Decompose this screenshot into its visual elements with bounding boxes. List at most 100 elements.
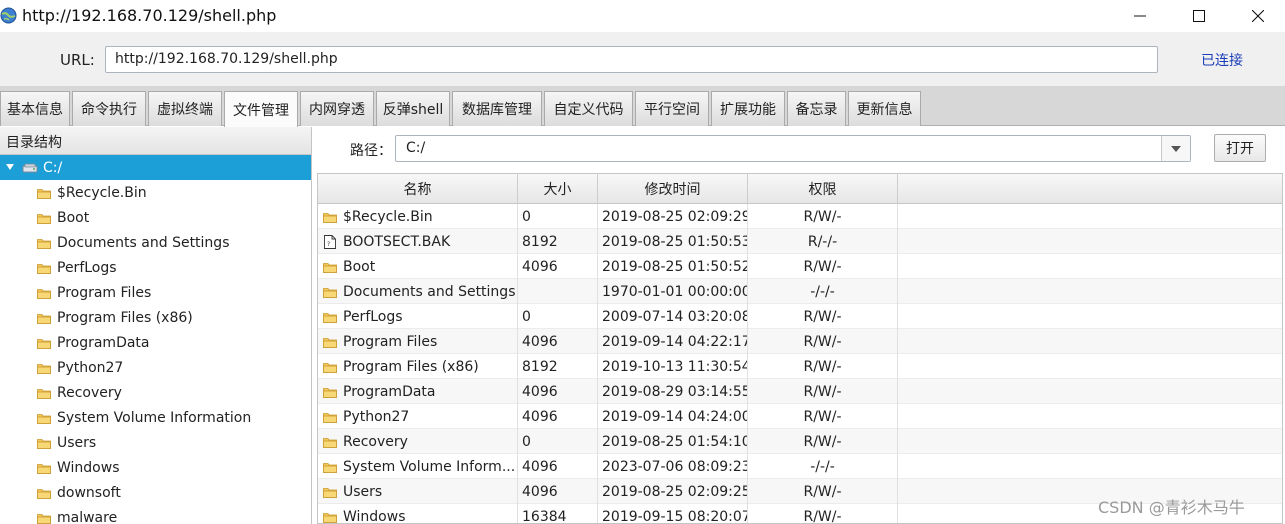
cell-modified: 2019-10-13 11:30:54 xyxy=(598,354,748,379)
folder-icon xyxy=(37,487,51,499)
path-dropdown-button[interactable] xyxy=(1161,136,1190,161)
tree-item-label: Python27 xyxy=(57,359,124,376)
url-input[interactable]: http://192.168.70.129/shell.php xyxy=(105,46,1158,73)
tree-item[interactable]: Recovery xyxy=(0,380,311,405)
cell-modified: 2019-09-14 04:22:17 xyxy=(598,329,748,354)
cell-name: Documents and Settings xyxy=(318,279,518,304)
file-name: Python27 xyxy=(343,408,410,425)
tab-custom-code[interactable]: 自定义代码 xyxy=(544,91,633,126)
tab-parallel-space[interactable]: 平行空间 xyxy=(635,91,709,126)
tree-item[interactable]: Boot xyxy=(0,205,311,230)
tree-item-label: downsoft xyxy=(57,484,121,501)
cell-permission: R/W/- xyxy=(748,354,898,379)
folder-icon xyxy=(37,512,51,524)
cell-size: 8192 xyxy=(518,229,598,254)
tab-update-info[interactable]: 更新信息 xyxy=(848,91,921,126)
tab-strip: 基本信息 命令执行 虚拟终端 文件管理 内网穿透 反弹shell 数据库管理 自… xyxy=(0,86,1285,127)
tab-reverse-shell[interactable]: 反弹shell xyxy=(376,91,450,126)
table-row[interactable]: Boot 4096 2019-08-25 01:50:52 R/W/- xyxy=(318,254,1282,279)
cell-name: ? BOOTSECT.BAK xyxy=(318,229,518,254)
table-row[interactable]: Recovery 0 2019-08-25 01:54:10 R/W/- xyxy=(318,429,1282,454)
cell-permission: R/W/- xyxy=(748,304,898,329)
table-row[interactable]: Program Files (x86) 8192 2019-10-13 11:30:… xyxy=(318,354,1282,379)
tab-virtual-terminal[interactable]: 虚拟终端 xyxy=(148,91,222,126)
file-name: Documents and Settings xyxy=(343,283,516,300)
tab-intranet-tunnel[interactable]: 内网穿透 xyxy=(300,91,374,126)
tree-item[interactable]: Program Files xyxy=(0,280,311,305)
table-row[interactable]: Documents and Settings 1970-01-01 00:00:0… xyxy=(318,279,1282,304)
tree-item[interactable]: Documents and Settings xyxy=(0,230,311,255)
tree-item[interactable]: $Recycle.Bin xyxy=(0,180,311,205)
tab-memo[interactable]: 备忘录 xyxy=(787,91,846,126)
column-header-modified[interactable]: 修改时间 xyxy=(598,174,748,204)
close-button[interactable] xyxy=(1235,0,1281,32)
tree-item[interactable]: downsoft xyxy=(0,480,311,505)
tree-item-label: malware xyxy=(57,509,118,524)
svg-text:?: ? xyxy=(327,241,330,248)
column-header-name[interactable]: 名称 xyxy=(318,174,518,204)
folder-icon xyxy=(323,436,337,448)
folder-icon xyxy=(37,237,51,249)
tab-database[interactable]: 数据库管理 xyxy=(452,91,542,126)
cell-size: 0 xyxy=(518,429,598,454)
folder-icon xyxy=(323,461,337,473)
tree-item-label: ProgramData xyxy=(57,334,150,351)
tab-basic-info[interactable]: 基本信息 xyxy=(0,91,70,126)
folder-icon xyxy=(37,312,51,324)
table-row[interactable]: System Volume Inform... 4096 2023-07-06 08… xyxy=(318,454,1282,479)
folder-icon xyxy=(37,287,51,299)
tree-item-label: Program Files (x86) xyxy=(57,309,193,326)
minimize-button[interactable] xyxy=(1117,0,1163,32)
cell-modified: 2019-08-25 02:09:25 xyxy=(598,479,748,504)
cell-name: Boot xyxy=(318,254,518,279)
table-row[interactable]: Python27 4096 2019-09-14 04:24:00 R/W/- xyxy=(318,404,1282,429)
tree-item[interactable]: PerfLogs xyxy=(0,255,311,280)
cell-modified: 2019-08-29 03:14:55 xyxy=(598,379,748,404)
tree-item[interactable]: Python27 xyxy=(0,355,311,380)
table-row[interactable]: ? BOOTSECT.BAK 8192 2019-08-25 01:50:53 R/-/… xyxy=(318,229,1282,254)
folder-icon xyxy=(323,311,337,323)
tree-item[interactable]: malware xyxy=(0,505,311,524)
cell-permission: R/W/- xyxy=(748,379,898,404)
column-header-permission[interactable]: 权限 xyxy=(748,174,898,204)
tree-item[interactable]: System Volume Information xyxy=(0,405,311,430)
file-name: BOOTSECT.BAK xyxy=(343,233,451,250)
tab-command-exec[interactable]: 命令执行 xyxy=(72,91,146,126)
column-header-size[interactable]: 大小 xyxy=(518,174,598,204)
tree-item[interactable]: Users xyxy=(0,430,311,455)
tree-item-label: Documents and Settings xyxy=(57,234,230,251)
title-bar: http://192.168.70.129/shell.php xyxy=(0,0,1285,32)
cell-name: System Volume Inform... xyxy=(318,454,518,479)
url-bar: URL: http://192.168.70.129/shell.php 已连接 xyxy=(0,32,1285,86)
path-combobox[interactable]: C:/ xyxy=(395,135,1191,162)
cell-name: $Recycle.Bin xyxy=(318,204,518,229)
table-row[interactable]: ProgramData 4096 2019-08-29 03:14:55 R/W/- xyxy=(318,379,1282,404)
close-icon xyxy=(1252,10,1264,22)
maximize-icon xyxy=(1193,10,1205,22)
file-name: PerfLogs xyxy=(343,308,403,325)
cell-modified: 2019-08-25 01:50:53 xyxy=(598,229,748,254)
table-row[interactable]: PerfLogs 0 2009-07-14 03:20:08 R/W/- xyxy=(318,304,1282,329)
folder-icon xyxy=(323,411,337,423)
cell-name: Users xyxy=(318,479,518,504)
maximize-button[interactable] xyxy=(1176,0,1222,32)
tab-extensions[interactable]: 扩展功能 xyxy=(711,91,785,126)
cell-size: 0 xyxy=(518,304,598,329)
cell-permission: R/W/- xyxy=(748,329,898,354)
cell-size: 4096 xyxy=(518,329,598,354)
directory-tree: 目录结构 C:/ $Recycle.Bin Boot Documents and S… xyxy=(0,127,312,524)
open-button[interactable]: 打开 xyxy=(1214,134,1266,162)
tree-root-node[interactable]: C:/ xyxy=(0,155,311,180)
tree-item[interactable]: ProgramData xyxy=(0,330,311,355)
tab-file-manager[interactable]: 文件管理 xyxy=(224,91,298,127)
tree-item[interactable]: Program Files (x86) xyxy=(0,305,311,330)
cell-permission: R/W/- xyxy=(748,254,898,279)
cell-size: 0 xyxy=(518,204,598,229)
url-label: URL: xyxy=(60,51,95,69)
table-row[interactable]: $Recycle.Bin 0 2019-08-25 02:09:29 R/W/- xyxy=(318,204,1282,229)
cell-filler xyxy=(898,304,1282,329)
cell-modified: 2019-09-15 08:20:07 xyxy=(598,504,748,523)
caret-down-icon[interactable] xyxy=(2,162,22,174)
tree-item[interactable]: Windows xyxy=(0,455,311,480)
table-row[interactable]: Program Files 4096 2019-09-14 04:22:17 R/W/… xyxy=(318,329,1282,354)
